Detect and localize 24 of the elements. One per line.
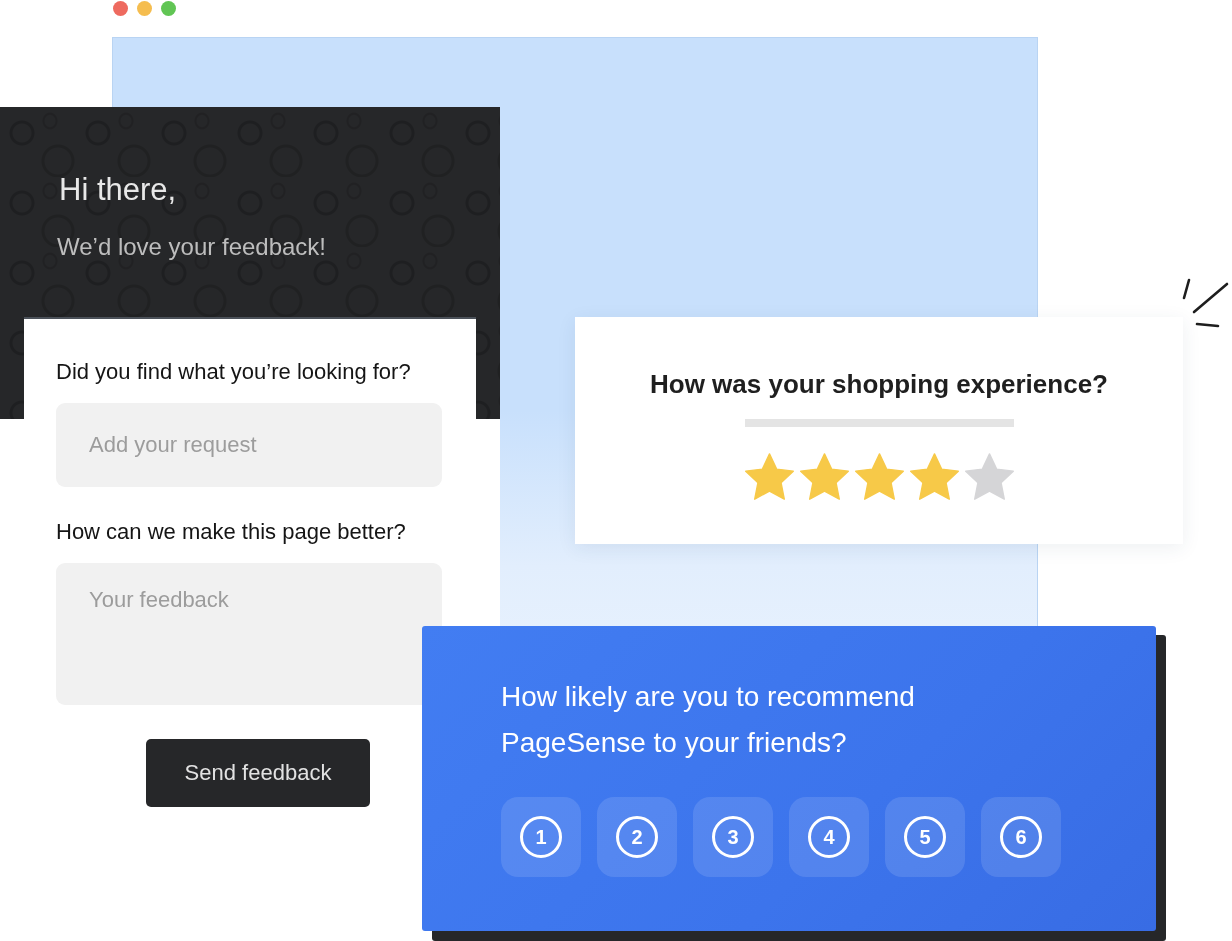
window-dot-icon[interactable] [161, 1, 176, 16]
recommend-question: How likely are you to recommend PageSense to your friends? [501, 680, 916, 760]
score-option[interactable]: 2 [597, 797, 677, 877]
window-dot-icon[interactable] [113, 1, 128, 16]
star-icon[interactable] [909, 453, 959, 500]
window-dot-icon[interactable] [137, 1, 152, 16]
feedback-textarea[interactable]: Your feedback [56, 563, 442, 705]
star-icon[interactable] [799, 453, 849, 500]
score-option[interactable]: 6 [981, 797, 1061, 877]
score-option[interactable]: 4 [789, 797, 869, 877]
subtitle-text: We’d love your feedback! [57, 232, 327, 262]
star-icon[interactable] [744, 453, 794, 500]
field-label: How can we make this page better? [56, 518, 406, 546]
score-option[interactable]: 3 [693, 797, 773, 877]
star-icon[interactable] [854, 453, 904, 500]
rating-question: How was your shopping experience? [650, 368, 1108, 400]
burst-lines-icon [1180, 276, 1230, 330]
request-input[interactable]: Add your request [56, 403, 442, 487]
send-feedback-button[interactable]: Send feedback [146, 739, 370, 807]
score-option[interactable]: 5 [885, 797, 965, 877]
score-option[interactable]: 1 [501, 797, 581, 877]
star-icon[interactable] [964, 453, 1014, 500]
greeting-title: Hi there, [59, 172, 177, 208]
field-label: Did you find what you’re looking for? [56, 358, 411, 386]
